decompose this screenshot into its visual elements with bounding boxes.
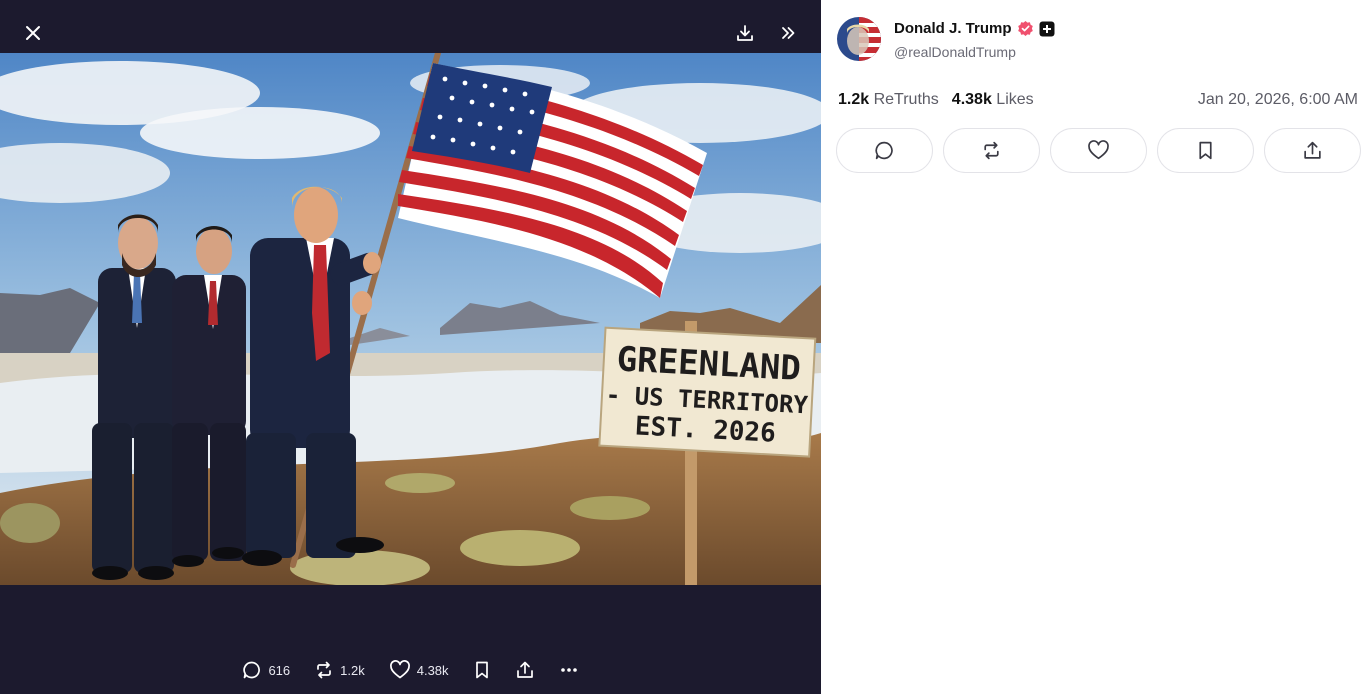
author-name-row: Donald J. Trump xyxy=(894,20,1055,37)
retruths-count: 1.2k xyxy=(838,91,870,108)
post-action-buttons xyxy=(836,128,1361,173)
retruth-icon xyxy=(317,661,332,679)
likes-count: 4.38k xyxy=(951,91,992,108)
comment-icon xyxy=(243,661,261,679)
engagement-stats: 1.2k ReTruths 4.38k Likes xyxy=(838,91,1034,109)
more-icon xyxy=(560,668,577,672)
likes-label: Likes xyxy=(996,91,1034,108)
retruth-action-button[interactable] xyxy=(943,128,1040,173)
retruth-button[interactable]: 1.2k xyxy=(314,660,365,680)
like-count: 4.38k xyxy=(416,662,449,678)
heart-icon xyxy=(389,660,410,679)
collapse-panel-button[interactable] xyxy=(773,18,803,48)
post-detail-panel: Donald J. Trump @realDonaldTrump 1.2k Re… xyxy=(821,0,1368,694)
avatar-image xyxy=(837,17,881,61)
reply-button[interactable]: 616 xyxy=(242,660,290,680)
close-icon xyxy=(26,26,40,40)
avatar[interactable] xyxy=(837,17,881,61)
post-image: GREENLAND - US TERRITORY EST. 2026 xyxy=(0,53,821,585)
likes-stat[interactable]: 4.38k Likes xyxy=(952,91,1034,109)
verified-badge-icon xyxy=(1017,21,1033,36)
author-handle[interactable]: @realDonaldTrump xyxy=(894,44,1016,60)
comment-icon xyxy=(875,141,893,160)
reply-action-button[interactable] xyxy=(836,128,933,173)
retruth-count: 1.2k xyxy=(340,662,365,678)
share-icon xyxy=(1304,141,1321,159)
download-icon xyxy=(737,25,753,41)
plus-badge-icon xyxy=(1039,21,1055,36)
share-action-button[interactable] xyxy=(1264,128,1361,173)
like-action-button[interactable] xyxy=(1050,128,1147,173)
close-button[interactable] xyxy=(18,18,48,48)
share-button[interactable] xyxy=(515,660,535,680)
media-action-bar: 616 1.2k 4.38k xyxy=(0,650,821,690)
greenland-flag-scene: GREENLAND - US TERRITORY EST. 2026 xyxy=(0,53,821,585)
media-viewer: GREENLAND - US TERRITORY EST. 2026 616 1… xyxy=(0,0,821,694)
bookmark-icon xyxy=(475,661,488,679)
heart-icon xyxy=(1088,140,1109,160)
bookmark-button[interactable] xyxy=(473,660,491,680)
reply-count: 616 xyxy=(268,662,291,678)
share-icon xyxy=(516,661,533,678)
retruth-icon xyxy=(984,141,999,160)
bookmark-action-button[interactable] xyxy=(1157,128,1254,173)
author-name[interactable]: Donald J. Trump xyxy=(894,20,1012,37)
like-button[interactable]: 4.38k xyxy=(389,660,449,680)
more-options-button[interactable] xyxy=(559,660,579,680)
retruths-stat[interactable]: 1.2k ReTruths xyxy=(838,91,939,109)
download-button[interactable] xyxy=(730,18,760,48)
retruths-label: ReTruths xyxy=(873,91,939,108)
post-timestamp: Jan 20, 2026, 6:00 AM xyxy=(1197,91,1358,108)
chevrons-right-icon xyxy=(782,27,795,39)
bookmark-icon xyxy=(1199,141,1212,160)
